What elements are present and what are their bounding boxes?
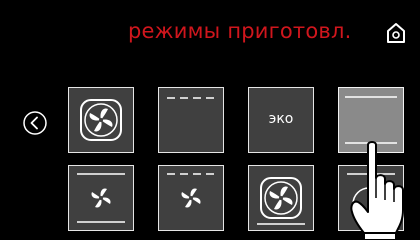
mode-tile-eco[interactable]: эко [248, 87, 314, 153]
fan-bottom-icon [257, 177, 305, 225]
mode-tile-fan-top-bottom[interactable] [68, 165, 134, 231]
fan-top-dashed-icon [167, 173, 215, 208]
top-heat-dashed-icon [167, 97, 215, 99]
page-title: режимы приготовл. [128, 19, 352, 43]
back-button[interactable] [22, 110, 48, 136]
home-icon [387, 23, 405, 43]
fan-top-bottom-icon [77, 173, 125, 223]
hand-pointer-icon [350, 141, 404, 240]
mode-tile-fan[interactable] [68, 87, 134, 153]
home-button[interactable] [385, 21, 407, 45]
chevron-left-icon [23, 111, 47, 135]
mode-tile-fan-bottom[interactable] [248, 165, 314, 231]
eco-label: эко [268, 111, 294, 127]
fan-icon [80, 99, 122, 141]
mode-tile-fan-top-dashed[interactable] [158, 165, 224, 231]
mode-tile-top-heat-dashed[interactable] [158, 87, 224, 153]
